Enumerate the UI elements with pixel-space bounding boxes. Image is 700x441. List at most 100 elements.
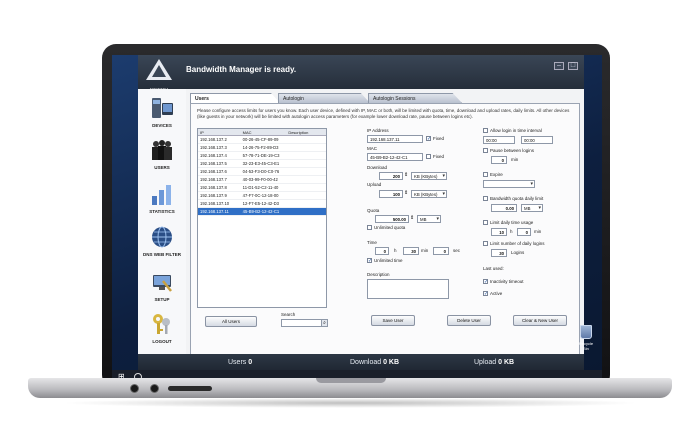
column-header-ip[interactable]: IP	[198, 129, 241, 135]
mac-label: MAC	[367, 146, 377, 151]
daily-hours-field[interactable]: 10	[491, 228, 507, 236]
description-textarea[interactable]	[367, 279, 449, 299]
cell-ip: 192.168.137.7	[200, 177, 227, 182]
bandwidth-daily-unit-select[interactable]: MB	[521, 204, 543, 212]
cell-description	[286, 136, 326, 143]
cell-ip: 192.168.137.10	[200, 201, 230, 206]
cell-mac: 45-B9-B2-12-42-C1	[242, 209, 280, 214]
expire-checkbox[interactable]: Expire	[483, 172, 503, 178]
table-row[interactable]: 192.168.137.8 11-D1-52-C2-11-40	[198, 184, 326, 192]
clear-new-user-button[interactable]: Clear & New User	[513, 315, 567, 326]
sidebar-item-users[interactable]: USERS	[138, 137, 186, 170]
recycle-bin[interactable]: Recycle Bin	[576, 325, 596, 355]
quota-label: Quota	[367, 208, 380, 213]
column-header-description[interactable]: Description	[286, 129, 326, 135]
sidebar-item-label: LOGOUT	[152, 339, 172, 344]
daily-logins-checkbox[interactable]: Limit number of daily logins	[483, 241, 545, 247]
save-user-button[interactable]: Save User	[371, 315, 415, 326]
recycle-bin-icon	[580, 325, 592, 339]
daily-minutes-unit: min	[534, 229, 542, 234]
allow-from-time-field[interactable]: 00:00	[483, 136, 515, 144]
cell-ip: 192.168.137.8	[200, 185, 227, 190]
spin-icon[interactable]: ⇕	[404, 172, 408, 178]
status-upload: Upload 0 KB	[474, 359, 514, 366]
allow-to-time-field[interactable]: 00:00	[521, 136, 553, 144]
sidebar-item-logout[interactable]: LOGOUT	[138, 311, 186, 344]
ip-fixed-checkbox[interactable]: ✓ Fixed	[426, 136, 444, 142]
title-bar: ANTAMEDIA Bandwidth Manager is ready. – …	[138, 55, 584, 91]
active-checkbox[interactable]: ✓ Active	[483, 291, 502, 297]
sidebar-item-label: SETUP	[154, 297, 170, 302]
pause-value-field[interactable]: 0	[491, 156, 507, 164]
main-content: Users Autologin Autologin Sessions Pleas…	[190, 93, 580, 365]
status-users: Users 0	[228, 359, 252, 366]
all-users-button[interactable]: All Users	[205, 316, 257, 327]
search-icon[interactable]: ⌕	[321, 319, 328, 327]
table-row[interactable]: 192.168.137.3 14-26-75-F2-89-D3	[198, 144, 326, 152]
delete-user-button[interactable]: Delete User	[447, 315, 491, 326]
upload-unit-select[interactable]: KB (KBytes)	[411, 190, 447, 198]
table-row[interactable]: 192.168.137.5 32-23-E3-45-C3-E1	[198, 160, 326, 168]
column-header-mac[interactable]: MAC	[241, 129, 287, 135]
sidebar-item-devices[interactable]: DEVICES	[138, 95, 186, 128]
cell-mac: 57-78-71-DE-19-C3	[242, 153, 280, 158]
daily-time-usage-checkbox[interactable]: Limit daily time usage	[483, 220, 533, 226]
time-hours-field[interactable]: 0	[375, 247, 389, 255]
sidebar-item-dns-web-filter[interactable]: DNS WEB FILTER	[138, 224, 186, 257]
tab-autologin[interactable]: Autologin	[278, 93, 370, 103]
bandwidth-daily-limit-field[interactable]: 0.00	[491, 204, 517, 212]
app-logo: ANTAMEDIA	[144, 58, 174, 91]
tab-users[interactable]: Users	[190, 93, 280, 103]
expire-date-select[interactable]	[483, 180, 535, 188]
upload-value-field[interactable]: 100	[379, 190, 403, 198]
time-seconds-field[interactable]: 0	[433, 247, 449, 255]
quota-unit-select[interactable]: MB	[417, 215, 441, 223]
table-row[interactable]: 192.168.137.7 40-03-99-F0-00-42	[198, 176, 326, 184]
cell-mac: 11-D1-52-C2-11-40	[242, 185, 279, 190]
daily-logins-unit: Logins	[511, 250, 525, 255]
setup-icon	[149, 269, 175, 295]
globe-icon	[149, 224, 175, 250]
spin-icon[interactable]: ⇕	[410, 215, 414, 221]
sidebar-item-statistics[interactable]: STATISTICS	[138, 181, 186, 214]
table-row[interactable]: 192.168.137.11 45-B9-B2-12-42-C1	[198, 208, 326, 216]
mac-fixed-checkbox[interactable]: Fixed	[426, 154, 444, 160]
slot-icon	[168, 386, 212, 391]
inactivity-timeout-checkbox[interactable]: ✓ Inactivity timeout	[483, 279, 524, 285]
daily-minutes-field[interactable]: 0	[517, 228, 531, 236]
cell-mac: 40-03-99-F0-00-42	[242, 177, 278, 182]
cell-description	[286, 200, 326, 207]
ip-address-field[interactable]: 192.168.137.11	[367, 135, 423, 143]
sidebar-item-setup[interactable]: SETUP	[138, 269, 186, 302]
table-row[interactable]: 192.168.137.10 12-F7-E5-12-42-D3	[198, 200, 326, 208]
time-minutes-field[interactable]: 30	[403, 247, 419, 255]
spin-icon[interactable]: ⇕	[404, 190, 408, 196]
download-unit-select[interactable]: KB (KBytes)	[411, 172, 447, 180]
download-value-field[interactable]: 200	[379, 172, 403, 180]
port-icon	[150, 384, 159, 393]
maximize-button[interactable]: □	[568, 62, 578, 70]
allow-login-interval-checkbox[interactable]: Allow login in time interval	[483, 128, 542, 134]
checkbox-checked-icon: ✓	[483, 279, 489, 286]
daily-logins-field[interactable]: 30	[491, 249, 507, 257]
minimize-button[interactable]: –	[554, 62, 564, 70]
table-row[interactable]: 192.168.137.2 00-26-45-CF-89-09	[198, 136, 326, 144]
sidebar-item-label: DNS WEB FILTER	[143, 252, 181, 257]
mac-field[interactable]: 45-B9-B2-12-42-C1	[367, 153, 423, 161]
quota-value-field[interactable]: 500.00	[375, 215, 409, 223]
inactivity-timeout-label: Inactivity timeout	[490, 279, 524, 284]
unlimited-time-checkbox[interactable]: ✓ Unlimited time	[367, 258, 403, 264]
cell-description	[286, 168, 326, 175]
table-row[interactable]: 192.168.137.9 47-F7-0C-12-18-00	[198, 192, 326, 200]
table-row[interactable]: 192.168.137.4 57-78-71-DE-19-C3	[198, 152, 326, 160]
users-table[interactable]: IP MAC Description 192.168.137.2 00-26-45…	[197, 128, 327, 308]
unlimited-quota-checkbox[interactable]: Unlimited quota	[367, 225, 405, 231]
cell-ip: 192.168.137.3	[200, 145, 227, 150]
table-row[interactable]: 192.168.137.6 04-53-F3-D0-C0-76	[198, 168, 326, 176]
bandwidth-daily-limit-checkbox[interactable]: Bandwidth quota daily limit	[483, 196, 543, 202]
pause-between-logins-checkbox[interactable]: Pause between logins	[483, 148, 534, 154]
checkbox-empty-icon	[483, 172, 488, 178]
users-icon	[149, 137, 175, 163]
tab-autologin-sessions[interactable]: Autologin Sessions	[368, 93, 462, 103]
unlimited-time-label: Unlimited time	[374, 258, 403, 263]
